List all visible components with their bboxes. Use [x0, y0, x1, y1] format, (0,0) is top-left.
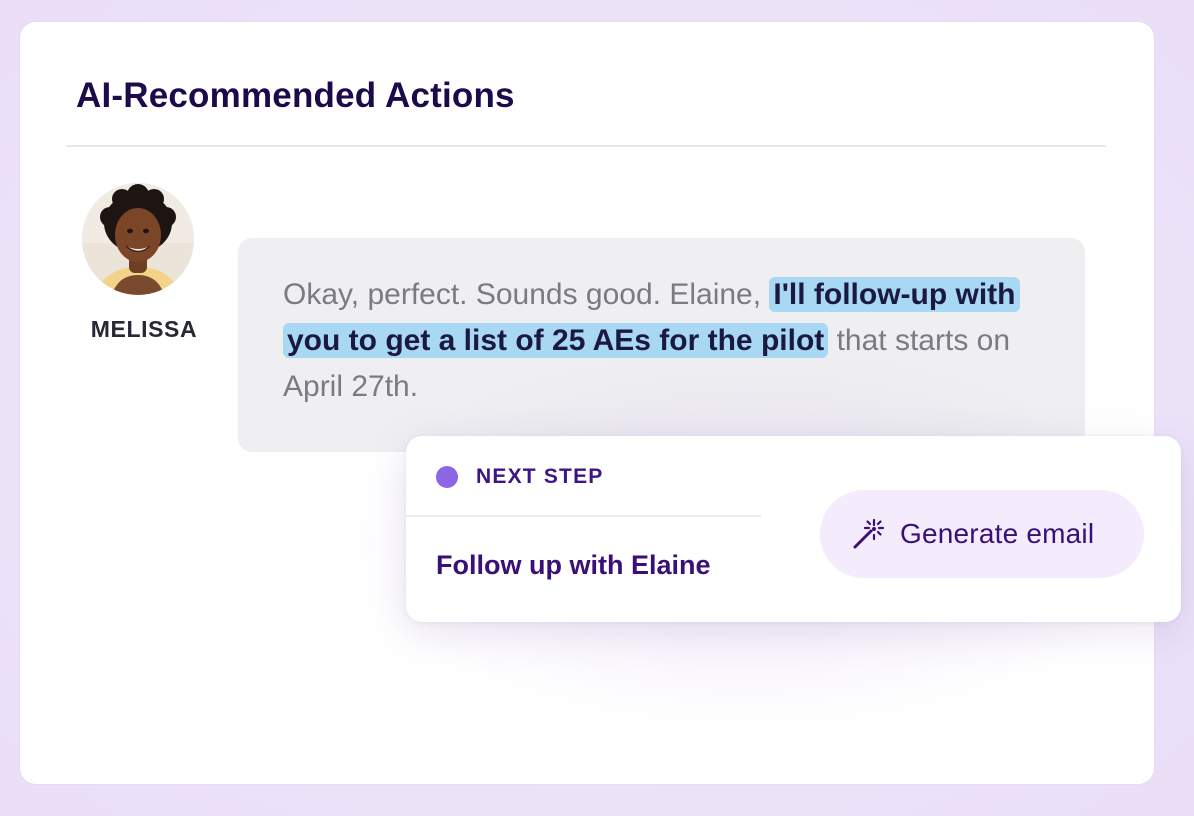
transcript-text-before: Okay, perfect. Sounds good. Elaine, [283, 278, 770, 311]
title-divider [66, 145, 1106, 147]
transcript-bubble: Okay, perfect. Sounds good. Elaine, I'll… [238, 238, 1085, 452]
popup-divider [406, 515, 761, 517]
next-step-action: Follow up with Elaine [436, 550, 711, 580]
next-step-label: NEXT STEP [476, 465, 604, 488]
magic-wand-icon [850, 516, 886, 552]
generate-email-button[interactable]: Generate email [820, 490, 1144, 578]
card-title: AI-Recommended Actions [76, 76, 515, 115]
avatar [82, 183, 194, 295]
status-dot [436, 466, 458, 488]
next-step-popup: NEXT STEP Follow up with Elaine Generate… [406, 436, 1181, 622]
speaker-name: MELISSA [90, 316, 198, 342]
person-photo-icon [82, 183, 194, 295]
recommended-actions-card: AI-Recommended Actions MELISSA Okay, per… [20, 22, 1154, 784]
transcript-text: Okay, perfect. Sounds good. Elaine, I'll… [283, 272, 1043, 410]
generate-email-label: Generate email [900, 518, 1095, 549]
